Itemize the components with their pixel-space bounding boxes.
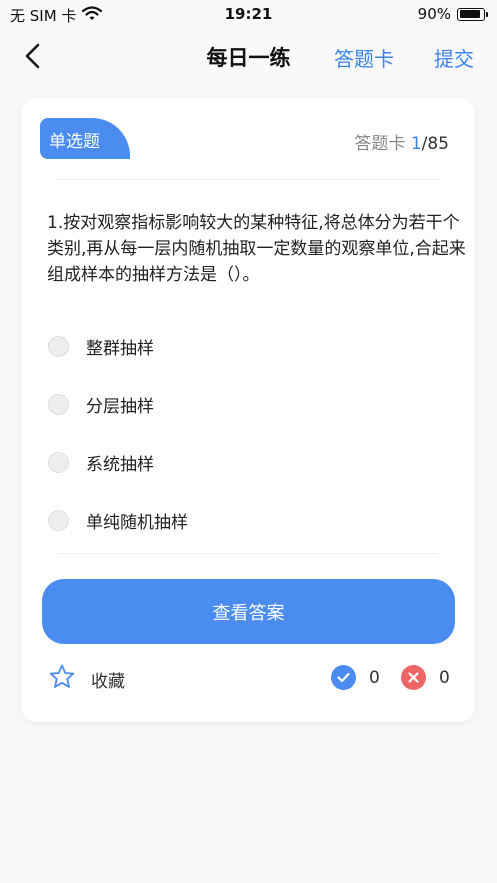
- back-button[interactable]: [18, 40, 50, 72]
- divider: [58, 179, 438, 180]
- check-circle-icon: [331, 665, 356, 690]
- favorite-button[interactable]: 收藏: [48, 663, 125, 695]
- progress-current: 1: [410, 134, 422, 154]
- wrong-stat: 0: [401, 665, 450, 690]
- radio-button[interactable]: [48, 509, 69, 531]
- submit-button[interactable]: 提交: [434, 43, 474, 72]
- star-outline-icon: [48, 663, 76, 695]
- card-footer: 收藏 0 0: [48, 663, 458, 695]
- favorite-label: 收藏: [91, 671, 125, 692]
- battery-percent: 90%: [417, 5, 451, 23]
- option-label: 整群抽样: [86, 338, 154, 359]
- answer-card-button[interactable]: 答题卡: [334, 43, 394, 72]
- options-list: 整群抽样 分层抽样 系统抽样 单纯随机抽样: [47, 317, 447, 549]
- question-card: 单选题 答题卡 1/85 1.按对观察指标影响较大的某种特征,将总体分为若干个类…: [21, 98, 475, 722]
- page-title: 每日一练: [206, 46, 291, 70]
- radio-button[interactable]: [48, 335, 69, 357]
- option-label: 分层抽样: [86, 396, 154, 417]
- progress-label: 答题卡: [354, 134, 406, 154]
- question-text: 1.按对观察指标影响较大的某种特征,将总体分为若干个类别,再从每一层内随机抽取一…: [47, 213, 466, 285]
- x-circle-icon: [401, 665, 426, 690]
- divider: [58, 553, 438, 554]
- question-type-badge: 单选题: [40, 118, 130, 159]
- correct-stat: 0: [331, 665, 380, 690]
- wrong-count: 0: [439, 667, 450, 688]
- nav-bar: 每日一练 答题卡 提交: [0, 28, 497, 84]
- radio-button[interactable]: [48, 451, 69, 473]
- option-item[interactable]: 整群抽样: [47, 317, 447, 375]
- view-answer-button[interactable]: 查看答案: [42, 579, 455, 644]
- question-progress[interactable]: 答题卡 1/85: [354, 129, 449, 154]
- option-label: 单纯随机抽样: [86, 512, 188, 533]
- battery-icon: [457, 7, 488, 21]
- option-label: 系统抽样: [86, 454, 154, 475]
- battery-fill: [459, 10, 481, 18]
- status-right: 90%: [417, 5, 488, 23]
- option-item[interactable]: 分层抽样: [47, 375, 447, 433]
- progress-total: /85: [421, 134, 449, 154]
- correct-count: 0: [369, 667, 380, 688]
- status-bar: 无 SIM 卡 19:21 90%: [0, 0, 497, 28]
- option-item[interactable]: 系统抽样: [47, 433, 447, 491]
- option-item[interactable]: 单纯随机抽样: [47, 491, 447, 549]
- chevron-left-icon: [18, 43, 50, 76]
- radio-button[interactable]: [48, 393, 69, 415]
